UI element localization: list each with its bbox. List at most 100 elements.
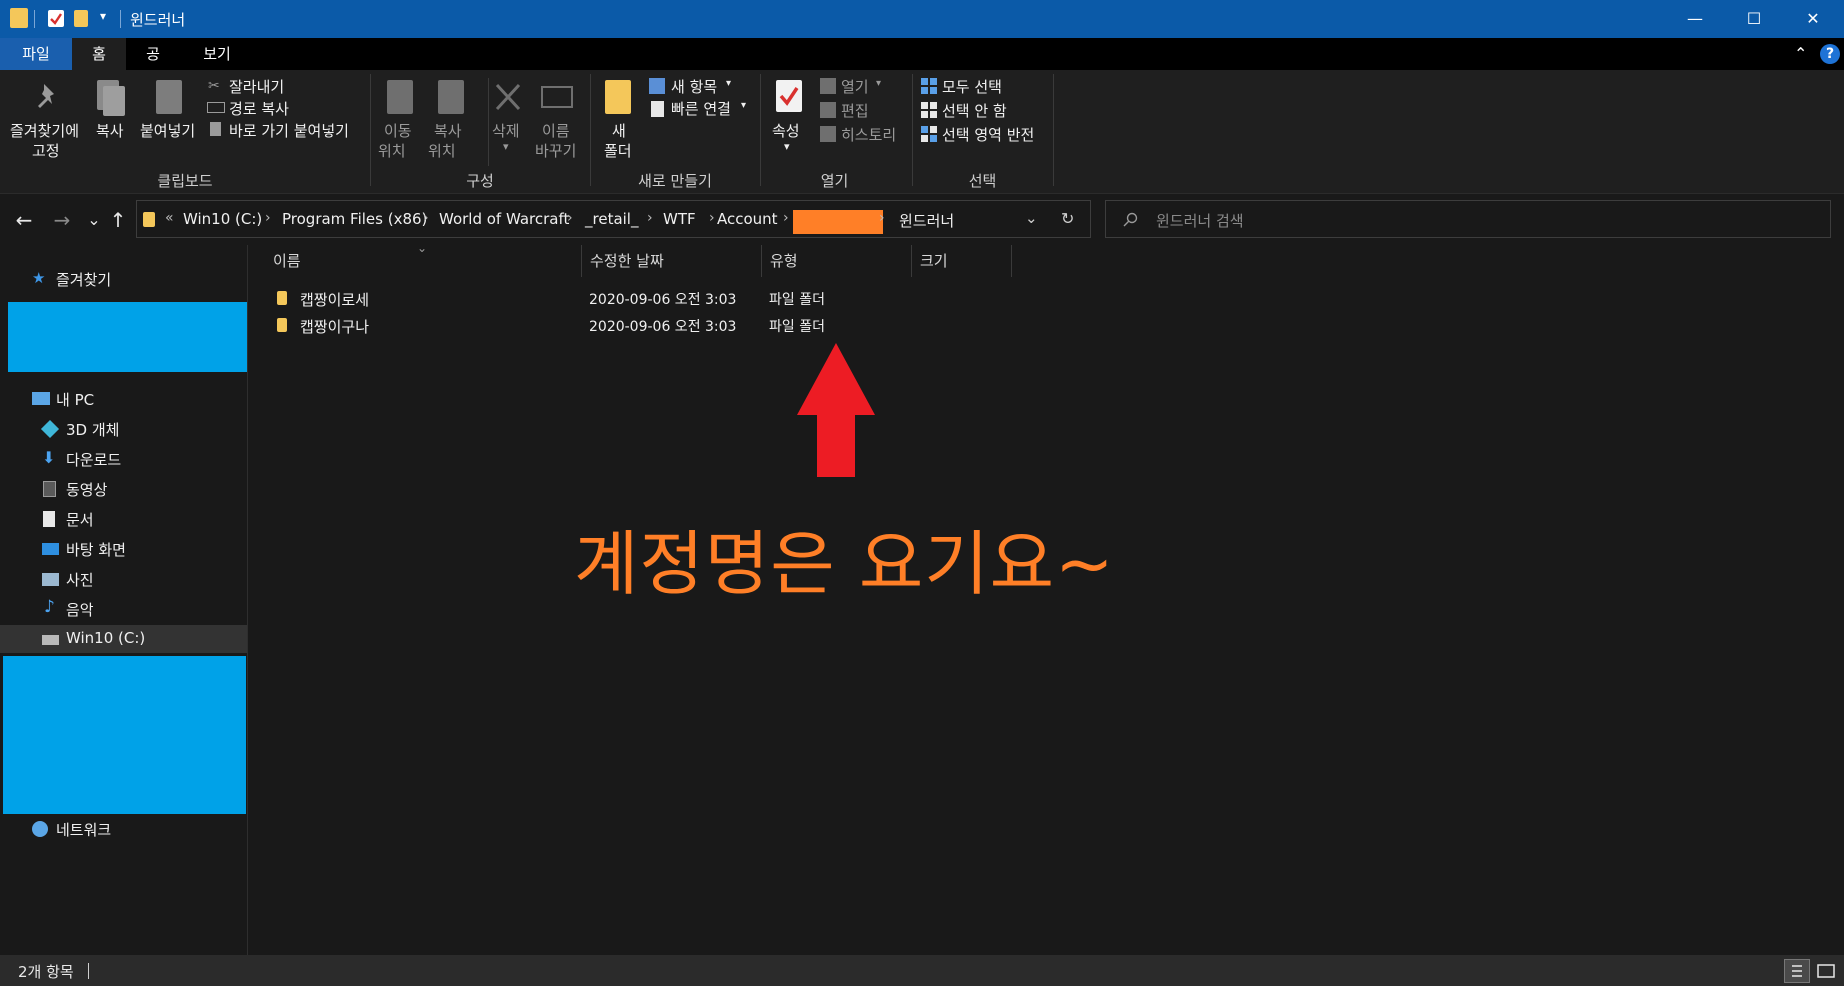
up-button[interactable]: ↑ — [104, 203, 132, 237]
move-to-label-2: 위치 — [378, 142, 406, 160]
chevron-right-icon[interactable]: › — [709, 210, 715, 226]
minimize-button[interactable]: — — [1666, 0, 1724, 38]
ribbon: 즐겨찾기에 고정 복사 붙여넣기 ✂ 잘라내기 경로 복사 바로 가기 붙여넣기… — [0, 70, 1844, 194]
desktop-icon — [42, 543, 59, 555]
folder-icon — [277, 291, 287, 305]
close-button[interactable]: ✕ — [1784, 0, 1842, 38]
overflow-icon[interactable]: « — [165, 210, 174, 226]
divider — [488, 78, 489, 166]
chevron-right-icon[interactable]: › — [265, 210, 271, 226]
column-header-modified[interactable]: 수정한 날짜 — [582, 245, 762, 277]
clipboard-icon — [156, 80, 182, 114]
sidebar-item-label: 내 PC — [56, 391, 95, 409]
new-folder-icon — [605, 80, 631, 114]
move-to-icon — [387, 80, 413, 114]
crumb-account[interactable]: Account — [717, 210, 778, 228]
large-icons-view-button[interactable] — [1814, 959, 1838, 983]
chevron-right-icon[interactable]: › — [567, 210, 573, 226]
select-all-icon — [921, 78, 937, 94]
tab-file[interactable]: 파일 — [0, 38, 72, 70]
copy-to-label-2: 위치 — [428, 142, 456, 160]
sidebar-item-3d-objects[interactable]: 3D 개체 — [0, 415, 247, 443]
rename-label-2: 바꾸기 — [535, 142, 577, 160]
crumb-program-files[interactable]: Program Files (x86) — [282, 210, 427, 228]
tab-share[interactable]: 공유 — [126, 38, 180, 95]
new-folder-label-1: 새 — [612, 122, 626, 140]
group-separator — [370, 74, 371, 186]
address-dropdown-button[interactable]: ⌄ — [1025, 209, 1038, 227]
sidebar-item-label: 사진 — [66, 571, 94, 589]
crumb-drive[interactable]: Win10 (C:) — [183, 210, 262, 228]
sidebar-item-label: 다운로드 — [66, 451, 122, 469]
cube-icon — [40, 419, 60, 439]
copy-path-label: 경로 복사 — [229, 100, 289, 118]
column-header-name[interactable]: 이름 — [265, 245, 582, 277]
chevron-right-icon[interactable]: › — [423, 210, 429, 226]
crumb-retail[interactable]: _retail_ — [585, 210, 638, 228]
refresh-button[interactable]: ↻ — [1061, 209, 1074, 228]
crumb-current-folder[interactable]: 윈드러너 — [899, 210, 954, 231]
redacted-area — [8, 302, 247, 372]
properties-label: 속성 — [772, 122, 800, 140]
address-bar[interactable]: « Win10 (C:) › Program Files (x86) › Wor… — [136, 200, 1091, 238]
invert-selection-icon — [921, 126, 937, 142]
chevron-right-icon[interactable]: › — [879, 210, 885, 226]
path-icon — [207, 102, 225, 113]
rename-icon — [541, 86, 573, 108]
properties-qat-icon[interactable] — [48, 10, 64, 27]
item-count: 2개 항목 — [18, 963, 74, 981]
collapse-ribbon-icon[interactable]: ⌃ — [1794, 44, 1807, 63]
crumb-world-of-warcraft[interactable]: World of Warcraft — [439, 210, 569, 228]
group-separator — [912, 74, 913, 186]
pin-icon — [38, 84, 54, 108]
crumb-wtf[interactable]: WTF — [663, 210, 696, 228]
computer-icon — [32, 392, 50, 405]
chevron-right-icon[interactable]: › — [647, 210, 653, 226]
file-row[interactable]: 캡짱이로세 2020-09-06 오전 3:03 파일 폴더 — [269, 285, 1029, 312]
column-header-size[interactable]: 크기 — [912, 245, 1012, 277]
file-type: 파일 폴더 — [769, 292, 825, 308]
back-button[interactable]: ← — [10, 203, 38, 237]
sidebar-item-network[interactable]: 네트워크 — [0, 815, 247, 843]
redacted-area — [3, 656, 246, 814]
annotation-text: 계정명은 요기요~ — [574, 523, 1115, 605]
crumb-account-name-redacted[interactable] — [793, 210, 883, 234]
new-folder-qat-icon[interactable] — [74, 10, 88, 27]
pin-label-1: 즐겨찾기에 — [10, 122, 80, 140]
sidebar-item-favorites[interactable]: ★ 즐겨찾기 — [0, 265, 247, 293]
music-note-icon: ♪ — [44, 597, 55, 617]
divider — [88, 963, 89, 979]
sidebar-item-drive-c[interactable]: Win10 (C:) — [0, 625, 247, 653]
sidebar-item-downloads[interactable]: ⬇ 다운로드 — [0, 445, 247, 473]
chevron-right-icon[interactable]: › — [783, 210, 789, 226]
select-none-icon — [921, 102, 937, 118]
divider — [34, 10, 35, 28]
sidebar-item-videos[interactable]: 동영상 — [0, 475, 247, 503]
tab-home[interactable]: 홈 — [72, 38, 126, 70]
sidebar-item-music[interactable]: ♪ 음악 — [0, 595, 247, 623]
column-header-type[interactable]: 유형 — [762, 245, 912, 277]
sidebar-item-documents[interactable]: 문서 — [0, 505, 247, 533]
details-view-button[interactable] — [1784, 959, 1810, 983]
new-item-dropdown-icon: ▾ — [726, 78, 732, 89]
easy-access-label: 빠른 연결 — [671, 100, 731, 118]
forward-button[interactable]: → — [48, 203, 76, 237]
delete-label: 삭제 — [492, 122, 520, 140]
search-input[interactable]: 윈드러너 검색 — [1156, 210, 1244, 231]
search-box[interactable]: 윈드러너 검색 — [1105, 200, 1831, 238]
qat-dropdown-icon[interactable]: ▾ — [100, 9, 106, 23]
video-icon — [43, 481, 56, 497]
sidebar-item-label: 문서 — [66, 511, 94, 529]
sidebar-item-desktop[interactable]: 바탕 화면 — [0, 535, 247, 563]
tab-view[interactable]: 보기 — [188, 38, 246, 70]
sidebar-item-pictures[interactable]: 사진 — [0, 565, 247, 593]
maximize-button[interactable]: ☐ — [1725, 0, 1783, 38]
sidebar-item-label: 네트워크 — [56, 821, 112, 839]
file-name: 캡짱이로세 — [300, 291, 370, 309]
file-row[interactable]: 캡짱이구나 2020-09-06 오전 3:03 파일 폴더 — [269, 312, 1029, 339]
sidebar-item-this-pc[interactable]: 내 PC — [0, 385, 247, 413]
invert-selection-label: 선택 영역 반전 — [942, 126, 1035, 144]
edit-icon — [820, 102, 836, 118]
pin-label-2: 고정 — [32, 142, 60, 160]
help-icon[interactable]: ? — [1820, 44, 1840, 64]
